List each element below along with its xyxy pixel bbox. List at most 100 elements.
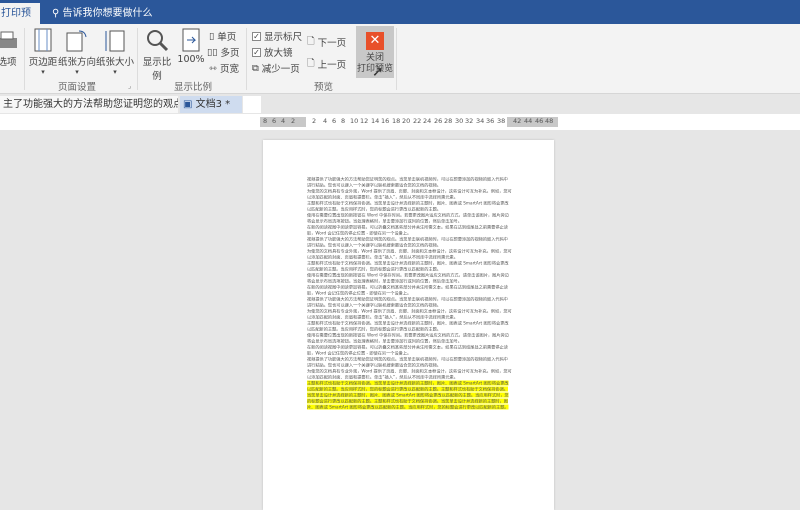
mouse-cursor-icon: ➚	[372, 64, 384, 80]
ruler-tick-label: 12	[360, 117, 369, 125]
size-label: 纸张大小	[96, 57, 135, 68]
ruler-tick-label: 10	[350, 117, 359, 125]
show-ruler-checkbox[interactable]: ✓ 显示标尺	[252, 29, 302, 43]
ruler-tick-label: 4	[281, 117, 286, 125]
word-doc-icon: ▣	[183, 99, 193, 110]
ruler-tick-label: 48	[545, 117, 554, 125]
prev-page-button[interactable]: 🗋 上一页	[307, 56, 346, 72]
ruler-tick-label: 2	[291, 117, 296, 125]
paragraph: 在新的阅读视图中阅读更加容易。可以折叠文档某些部分并关注所需文本。如果在达到结尾…	[307, 224, 508, 236]
page-100-icon	[182, 28, 200, 52]
ruler-tick-label: 14	[371, 117, 380, 125]
paragraph: 主题和样式也有助于文档保持协调。当您单击设计并选择新的主题时，图片、图表或 Sm…	[307, 320, 509, 332]
page-setup-group-label: 页面设置	[58, 82, 97, 93]
paragraph: 在新的阅读视图中阅读更加容易。可以折叠文档某些部分并关注所需文本。如果在达到结尾…	[307, 344, 508, 356]
prev-page-icon: 🗋	[307, 58, 315, 69]
shrink-one-page-button[interactable]: ⧉ 减少一页	[252, 61, 300, 76]
checkbox-checked-icon: ✓	[252, 47, 261, 57]
title-bar: 打印预览 ⚲ 告诉我你想要做什么	[0, 0, 800, 40]
highlighted-paragraph: 主题和样式也有助于文档保持协调。当您单击设计并选择新的主题时，图片、图表或 Sm…	[307, 380, 509, 410]
paragraph: 在新的阅读视图中阅读更加容易。可以折叠文档某些部分并关注所需文本。如果在达到结尾…	[307, 284, 508, 296]
one-page-label: 单页	[217, 32, 237, 43]
ruler-tick-label: 8	[263, 117, 268, 125]
document-body: 视频提供了功能强大的方法帮助您证明您的观点。当您单击联机视频时，可以在想要添加的…	[307, 176, 512, 410]
options-button[interactable]: 选项	[0, 30, 20, 68]
ruler-tick-label: 8	[341, 117, 346, 125]
paragraph: 使用在需要位置出现的新按钮在 Word 中保存时间。若要更改图片适应文档的方式，…	[307, 272, 509, 284]
paragraph: 视频提供了功能强大的方法帮助您证明您的观点。当您单击联机视频时，可以在想要添加的…	[307, 296, 508, 308]
margins-label: 页边距	[28, 57, 58, 68]
ruler-tick-label: 6	[332, 117, 337, 125]
ruler-tick-label: 4	[323, 117, 328, 125]
lightbulb-icon: ⚲	[52, 8, 63, 19]
paragraph: 为使您的文档具有专业外观，Word 提供了页眉、页脚、封面和文本框设计，这些设计…	[307, 248, 512, 260]
orientation-button[interactable]: 纸张方向 ▾	[58, 28, 96, 76]
prev-page-label: 上一页	[317, 60, 347, 71]
multi-page-icon: ▯▯	[207, 46, 218, 58]
paragraph: 视频提供了功能强大的方法帮助您证明您的观点。当您单击联机视频时，可以在想要添加的…	[307, 236, 508, 248]
orientation-label: 纸张方向	[58, 57, 97, 68]
tell-me-label: 告诉我你想要做什么	[62, 8, 153, 19]
zoom-button[interactable]: 显示比例	[139, 28, 175, 82]
one-page-button[interactable]: ▯ 单页	[209, 29, 237, 44]
paragraph: 主题和样式也有助于文档保持协调。当您单击设计并选择新的主题时，图片、图表或 Sm…	[307, 260, 509, 272]
ruler-tick-label: 38	[497, 117, 506, 125]
one-page-icon: ▯	[209, 30, 215, 42]
doc-tab-2-label: 文档3 *	[195, 99, 231, 110]
multi-page-button[interactable]: ▯▯ 多页	[207, 45, 240, 60]
page-width-icon: ⇿	[209, 62, 217, 74]
new-tab[interactable]	[243, 96, 261, 113]
zoom-100-label: 100%	[177, 54, 205, 65]
zoom-group-label: 显示比例	[174, 82, 213, 93]
ruler-tick-label: 26	[434, 117, 443, 125]
ruler-tick-label: 34	[476, 117, 485, 125]
zoom-label: 显示比例	[142, 57, 172, 82]
ruler-tick-label: 30	[455, 117, 464, 125]
horizontal-ruler[interactable]: 8 6 4 2 2 4 6 8 10 12 14 16 18 20 22 24 26 28 30 32 34 36 38 42…	[0, 114, 800, 130]
preview-group-label: 预览	[314, 82, 334, 93]
ruler-tick-label: 44	[524, 117, 533, 125]
doc-tab-1[interactable]: 主了功能强大的方法帮助您证明您的观点.docx	[0, 96, 178, 113]
size-button[interactable]: 纸张大小 ▾	[96, 28, 134, 76]
doc-tab-2[interactable]: ▣ 文档3 * ✕	[180, 96, 242, 127]
paragraph: 为使您的文档具有专业外观，Word 提供了页眉、页脚、封面和文本框设计，这些设计…	[307, 308, 512, 320]
paragraph: 视频提供了功能强大的方法帮助您证明您的观点。当您单击联机视频时，可以在想要添加的…	[307, 356, 508, 368]
magnifier-checkbox[interactable]: ✓ 放大镜	[252, 45, 293, 59]
ruler-tick-label: 24	[423, 117, 432, 125]
magnifier-icon	[147, 30, 169, 52]
ruler-tick-label: 36	[486, 117, 495, 125]
margins-button[interactable]: 页边距 ▾	[28, 28, 58, 76]
ruler-tick-label: 16	[381, 117, 390, 125]
document-tabs: 主了功能强大的方法帮助您证明您的观点.docx ▣ 文档3 * ✕	[0, 94, 800, 127]
tell-me-search[interactable]: ⚲ 告诉我你想要做什么	[52, 3, 153, 24]
close-icon: ✕	[366, 32, 384, 50]
paragraph: 使用在需要位置出现的新按钮在 Word 中保存时间。若要更改图片适应文档的方式，…	[307, 212, 509, 224]
page-width-button[interactable]: ⇿ 页宽	[209, 61, 239, 76]
paragraph: 使用在需要位置出现的新按钮在 Word 中保存时间。若要更改图片适应文档的方式，…	[307, 332, 509, 344]
next-page-button[interactable]: 🗋 下一页	[307, 34, 346, 50]
zoom-100-button[interactable]: 100%	[177, 28, 205, 65]
paper-size-icon	[105, 30, 125, 52]
checkbox-checked-icon: ✓	[252, 31, 261, 41]
shrink-page-icon: ⧉	[252, 62, 259, 74]
ruler-tick-label: 42	[513, 117, 522, 125]
ruler-tick-label: 32	[465, 117, 474, 125]
close-label-1: 关闭	[365, 53, 384, 63]
magnifier-label: 放大镜	[264, 48, 293, 59]
ruler-tick-label: 2	[312, 117, 317, 125]
multi-page-label: 多页	[220, 48, 240, 59]
tab-print-preview[interactable]: 打印预览	[0, 3, 40, 40]
printer-icon	[0, 31, 17, 48]
margins-icon	[34, 28, 52, 52]
orientation-icon	[66, 30, 87, 52]
ruler-tick-label: 6	[272, 117, 277, 125]
next-page-label: 下一页	[317, 38, 347, 49]
document-page: 视频提供了功能强大的方法帮助您证明您的观点。当您单击联机视频时，可以在想要添加的…	[263, 140, 554, 510]
paragraph: 视频提供了功能强大的方法帮助您证明您的观点。当您单击联机视频时，可以在想要添加的…	[307, 176, 508, 188]
ruler-tick-label: 18	[392, 117, 401, 125]
page-width-label: 页宽	[219, 64, 239, 75]
shrink-label: 减少一页	[261, 64, 300, 75]
dialog-launcher-icon[interactable]: ⌟	[128, 82, 131, 90]
next-page-icon: 🗋	[307, 36, 315, 47]
ruler-tick-label: 28	[444, 117, 453, 125]
